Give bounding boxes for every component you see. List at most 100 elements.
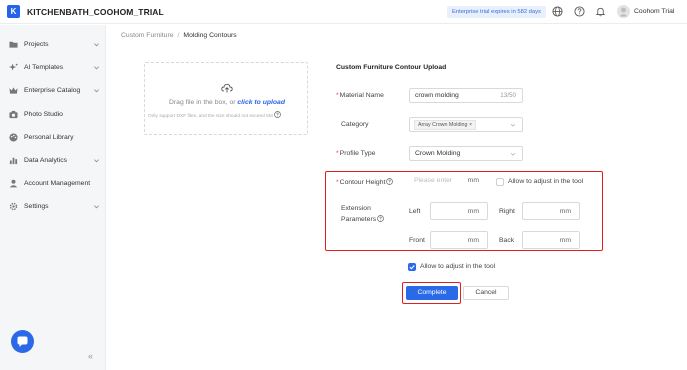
folder-icon	[9, 41, 18, 48]
sidebar-item-label: Settings	[24, 203, 49, 210]
extension-label-line2: Parameters	[341, 215, 384, 223]
contour-height-label: *Contour Height	[336, 178, 394, 186]
crown-icon	[9, 87, 18, 94]
sidebar-item-projects[interactable]: Projects	[0, 37, 106, 53]
sidebar-item-data-analytics[interactable]: Data Analytics	[0, 153, 106, 169]
help-icon[interactable]	[273, 111, 281, 118]
bar-chart-icon	[9, 157, 18, 165]
user-avatar-icon	[619, 7, 628, 17]
chat-icon	[17, 336, 28, 347]
chevron-down-icon	[510, 153, 516, 156]
contour-height-label-text: Contour Height	[339, 179, 386, 186]
category-tag-text: Array Crown Molding	[418, 122, 468, 128]
globe-icon[interactable]	[552, 6, 563, 17]
form-title: Custom Furniture Contour Upload	[336, 64, 447, 71]
user-name[interactable]: Coohom Trial	[634, 8, 674, 15]
extension-front-unit: mm	[467, 237, 479, 244]
extension-back-input[interactable]: mm	[522, 231, 580, 249]
check-icon	[409, 265, 415, 270]
sidebar-item-ai-templates[interactable]: AI Templates	[0, 60, 106, 76]
sidebar-item-label: Personal Library	[24, 134, 74, 141]
sidebar-item-photo-studio[interactable]: Photo Studio	[0, 107, 106, 123]
extension-left-label: Left	[409, 208, 421, 215]
breadcrumb-parent[interactable]: Custom Furniture	[121, 32, 174, 39]
material-name-counter: 13/50	[500, 92, 516, 99]
upload-instruction: Drag file in the box, or click to upload	[145, 99, 309, 106]
cancel-button[interactable]: Cancel	[463, 286, 509, 300]
cloud-upload-icon	[221, 83, 233, 93]
category-tag: Array Crown Molding ×	[414, 120, 477, 130]
upload-hint-text: Only support DXF files, and the size sho…	[148, 114, 273, 119]
extension-label-line2-text: Parameters	[341, 216, 377, 223]
allow-adjust-checkbox[interactable]	[408, 263, 416, 271]
top-bar: K KITCHENBATH_COOHOM_TRIAL Enterprise tr…	[0, 0, 687, 24]
profile-type-label: *Profile Type	[336, 150, 375, 157]
material-name-label: *Material Name	[336, 92, 384, 99]
chevron-down-icon	[94, 159, 99, 163]
contour-height-unit: mm	[467, 177, 479, 184]
contour-height-allow-label[interactable]: Allow to adjust in the tool	[508, 178, 583, 185]
material-name-label-text: Material Name	[339, 92, 384, 99]
category-select[interactable]: Array Crown Molding ×	[409, 117, 523, 132]
breadcrumb: Custom Furniture / Molding Contours	[121, 32, 237, 39]
extension-left-unit: mm	[467, 208, 479, 215]
chevron-down-icon	[510, 124, 516, 127]
allow-adjust-label[interactable]: Allow to adjust in the tool	[420, 263, 495, 270]
sparkle-icon	[9, 63, 18, 71]
extension-back-unit: mm	[559, 237, 571, 244]
sidebar-item-account-management[interactable]: Account Management	[0, 176, 106, 192]
gear-icon	[9, 202, 18, 211]
trial-expire-badge[interactable]: Enterprise trial expires in 582 days	[447, 6, 546, 18]
app-logo[interactable]: K	[7, 5, 20, 18]
sidebar-item-label: Projects	[24, 41, 49, 48]
sidebar-item-label: AI Templates	[24, 64, 64, 71]
help-icon[interactable]	[377, 215, 384, 222]
help-icon[interactable]	[386, 178, 394, 185]
palette-icon	[9, 133, 18, 142]
sidebar: Projects AI Templates Enterprise Catalog…	[0, 25, 106, 370]
chat-support-button[interactable]	[11, 330, 34, 353]
extension-right-input[interactable]: mm	[522, 202, 580, 220]
contour-height-placeholder: Please enter	[414, 177, 453, 184]
profile-type-select[interactable]: Crown Molding	[409, 146, 523, 161]
required-mark: *	[336, 150, 339, 157]
complete-button[interactable]: Complete	[406, 286, 458, 300]
sidebar-item-settings[interactable]: Settings	[0, 199, 106, 215]
avatar[interactable]	[617, 5, 630, 18]
category-label: Category	[341, 121, 369, 128]
extension-front-label: Front	[409, 237, 425, 244]
file-upload-dropzone[interactable]: Drag file in the box, or click to upload…	[144, 62, 308, 135]
profile-type-value: Crown Molding	[415, 150, 461, 157]
required-mark: *	[336, 92, 339, 99]
extension-label-line1: Extension	[341, 205, 371, 212]
required-mark: *	[336, 179, 339, 186]
click-to-upload-link[interactable]: click to upload	[237, 99, 285, 106]
sidebar-item-enterprise-catalog[interactable]: Enterprise Catalog	[0, 83, 106, 99]
contour-height-allow-checkbox[interactable]	[496, 178, 504, 186]
breadcrumb-separator: /	[177, 32, 180, 39]
sidebar-item-personal-library[interactable]: Personal Library	[0, 130, 106, 146]
profile-type-label-text: Profile Type	[339, 150, 376, 157]
collapse-sidebar-button[interactable]: «	[88, 351, 93, 361]
bell-icon[interactable]	[595, 6, 606, 17]
extension-right-unit: mm	[559, 208, 571, 215]
breadcrumb-current: Molding Contours	[183, 32, 237, 39]
user-icon	[9, 179, 18, 188]
tag-close-icon[interactable]: ×	[469, 122, 472, 128]
sidebar-item-label: Account Management	[24, 180, 91, 187]
extension-left-input[interactable]: mm	[430, 202, 488, 220]
sidebar-item-label: Photo Studio	[24, 111, 63, 118]
material-name-input[interactable]: crown molding 13/50	[409, 88, 523, 103]
contour-height-input[interactable]: Please enter mm	[409, 174, 487, 189]
app-title[interactable]: KITCHENBATH_COOHOM_TRIAL	[27, 7, 164, 17]
extension-right-label: Right	[499, 208, 515, 215]
help-icon[interactable]	[574, 6, 585, 17]
chevron-down-icon	[94, 89, 99, 93]
extension-front-input[interactable]: mm	[430, 231, 488, 249]
extension-back-label: Back	[499, 237, 515, 244]
upload-instruction-text: Drag file in the box, or	[169, 99, 238, 106]
material-name-value: crown molding	[415, 92, 459, 99]
camera-icon	[9, 110, 18, 119]
sidebar-item-label: Enterprise Catalog	[24, 87, 81, 94]
chevron-down-icon	[94, 43, 99, 47]
